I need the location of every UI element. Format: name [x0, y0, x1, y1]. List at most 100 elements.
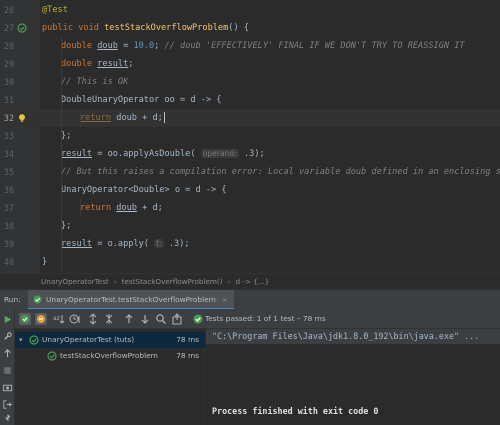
console-exit-message: Process finished with exit code 0: [212, 406, 379, 416]
line-number[interactable]: 27: [0, 19, 14, 37]
test-duration: 78 ms: [176, 351, 199, 360]
lightbulb-icon[interactable]: [17, 113, 27, 123]
line-number[interactable]: 39: [0, 235, 14, 253]
code-line[interactable]: 26 @Test: [0, 1, 500, 19]
line-number[interactable]: 33: [0, 127, 14, 145]
code-text[interactable]: double result;: [61, 55, 133, 73]
code-token: result: [61, 239, 93, 249]
camera-icon[interactable]: [2, 382, 13, 393]
line-number[interactable]: 34: [0, 145, 14, 163]
previous-test-icon[interactable]: [123, 313, 135, 325]
code-token: doub + d;: [111, 113, 163, 123]
run-config-tab[interactable]: UnaryOperatorTest.testStackOverflowProbl…: [28, 290, 235, 310]
line-number[interactable]: 30: [0, 73, 14, 91]
arrow-up-icon[interactable]: [2, 348, 13, 359]
code-token: // doub 'EFFECTIVELY' FINAL IF WE DON'T …: [164, 41, 465, 51]
tests-status: Tests passed: 1 of 1 test – 78 ms: [193, 309, 326, 329]
code-text[interactable]: @Test: [42, 1, 68, 19]
code-line[interactable]: 31 DoubleUnaryOperator oo = d -> {: [0, 91, 500, 109]
breadcrumb-lambda[interactable]: d -> {...}: [236, 277, 270, 286]
test-tree-row[interactable]: testStackOverflowProblem 78 ms: [15, 348, 205, 364]
breadcrumb-method[interactable]: testStackOverflowProblem(): [122, 277, 223, 286]
code-text[interactable]: result = o.apply( t: .3);: [61, 235, 190, 253]
code-text[interactable]: // But this raises a compilation error: …: [61, 163, 500, 181]
code-token: ;: [128, 59, 134, 69]
pin-icon[interactable]: [2, 413, 13, 424]
parameter-hint: t:: [154, 239, 164, 248]
line-number[interactable]: 31: [0, 91, 14, 109]
console-output[interactable]: "C:\Program Files\Java\jdk1.8.0_192\bin\…: [206, 329, 500, 425]
exit-icon[interactable]: [2, 399, 13, 410]
code-text[interactable]: // This is OK: [61, 73, 128, 91]
show-ignored-icon[interactable]: [35, 313, 47, 325]
code-text[interactable]: };: [61, 127, 71, 145]
code-line[interactable]: 28 double doub = 10.0; // doub 'EFFECTIVE…: [0, 37, 500, 55]
code-line[interactable]: 39 result = o.apply( t: .3);: [0, 235, 500, 253]
line-number[interactable]: 26: [0, 1, 14, 19]
next-test-icon[interactable]: [139, 313, 151, 325]
code-token: () {: [228, 23, 249, 33]
code-token: oo =: [164, 95, 191, 105]
close-tab-icon[interactable]: ×: [222, 295, 228, 304]
code-text[interactable]: double doub = 10.0; // doub 'EFFECTIVELY…: [61, 37, 465, 55]
chevron-down-icon[interactable]: ▾: [19, 332, 23, 348]
breadcrumb: UnaryOperatorTest › testStackOverflowProbl…: [0, 273, 500, 289]
test-duration: 78 ms: [176, 335, 199, 344]
code-token: return: [80, 113, 112, 123]
expand-all-icon[interactable]: [87, 313, 99, 325]
run-test-gutter-icon[interactable]: [17, 23, 27, 33]
test-name: testStackOverflowProblem: [60, 351, 158, 360]
line-number[interactable]: 40: [0, 253, 14, 271]
code-line[interactable]: 30 // This is OK: [0, 73, 500, 91]
code-line[interactable]: 33};: [0, 127, 500, 145]
code-line[interactable]: 34 result = oo.applyAsDouble( operand: .3…: [0, 145, 500, 163]
code-editor[interactable]: 26 @Test 27 public void testStackOverflowPr…: [0, 0, 500, 273]
code-line[interactable]: 36 UnaryOperator<Double> o = d -> {: [0, 181, 500, 199]
stop-icon[interactable]: [2, 365, 13, 376]
search-icon[interactable]: [155, 313, 167, 325]
wrench-icon[interactable]: [2, 331, 13, 342]
code-text[interactable]: DoubleUnaryOperator oo = d -> {: [61, 91, 221, 109]
console-command-line[interactable]: "C:\Program Files\Java\jdk1.8.0_192\bin\…: [206, 329, 500, 344]
collapse-all-icon[interactable]: [103, 313, 115, 325]
line-number[interactable]: 36: [0, 181, 14, 199]
code-text[interactable]: result = oo.applyAsDouble( operand: .3);: [61, 145, 265, 163]
code-line[interactable]: 37 return doub + d;: [0, 199, 500, 217]
code-line[interactable]: 29 double result;: [0, 55, 500, 73]
run-toolbar: az Tests passed: 1 of 1 test – 78 ms: [15, 309, 500, 329]
code-line[interactable]: 38};: [0, 217, 500, 235]
line-number[interactable]: 32: [0, 109, 14, 127]
line-number[interactable]: 37: [0, 199, 14, 217]
code-line[interactable]: 32 return doub + d;: [0, 109, 500, 127]
rerun-icon[interactable]: [2, 314, 13, 325]
line-number[interactable]: 28: [0, 37, 14, 55]
line-number[interactable]: 29: [0, 55, 14, 73]
line-number[interactable]: 38: [0, 217, 14, 235]
code-token: public void: [42, 23, 105, 33]
code-token: d -> {: [190, 95, 222, 105]
test-tree-row[interactable]: ▾ UnaryOperatorTest (tuts) 78 ms: [15, 332, 205, 348]
code-text[interactable]: return doub + d;: [80, 199, 163, 217]
code-line[interactable]: 40}: [0, 253, 500, 271]
code-token: .3);: [163, 239, 190, 249]
show-passed-icon[interactable]: [19, 313, 31, 325]
sort-duration-icon[interactable]: [69, 313, 81, 325]
code-token: ;: [154, 41, 165, 51]
breadcrumb-class[interactable]: UnaryOperatorTest: [41, 277, 109, 286]
test-run-icon: [33, 295, 42, 304]
parameter-hint: operand:: [200, 149, 239, 158]
code-line[interactable]: 35 // But this raises a compilation error…: [0, 163, 500, 181]
code-token: };: [61, 131, 72, 141]
code-token: = o.apply(: [92, 239, 155, 249]
run-side-toolbar: [0, 309, 15, 425]
code-text[interactable]: public void testStackOverflowProblem() {: [42, 19, 249, 37]
code-line[interactable]: 27 public void testStackOverflowProblem()…: [0, 19, 500, 37]
test-results-tree[interactable]: ▾ UnaryOperatorTest (tuts) 78 ms testStackO…: [15, 329, 205, 425]
line-number[interactable]: 35: [0, 163, 14, 181]
code-text[interactable]: return doub + d;: [80, 109, 165, 127]
code-text[interactable]: }: [42, 253, 47, 271]
code-text[interactable]: };: [61, 217, 71, 235]
code-text[interactable]: UnaryOperator<Double> o = d -> {: [61, 181, 227, 199]
sort-alpha-icon[interactable]: az: [53, 313, 65, 325]
export-icon[interactable]: [171, 313, 183, 325]
